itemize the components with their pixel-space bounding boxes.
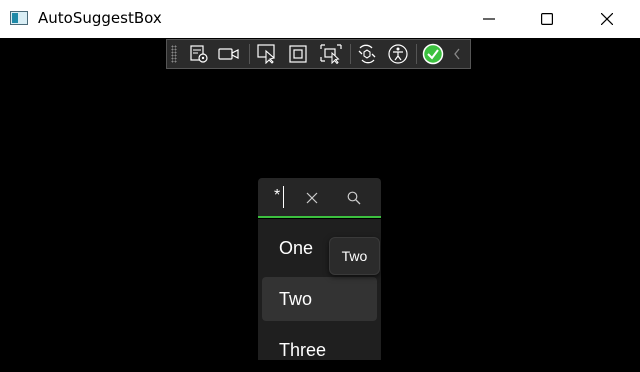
track-focus-icon	[320, 44, 342, 64]
auto-suggest-box[interactable]: *	[258, 178, 381, 218]
live-visual-tree-icon	[190, 45, 208, 63]
close-icon	[601, 13, 613, 25]
window-title: AutoSuggestBox	[38, 9, 162, 27]
display-layout-adorners-icon	[289, 45, 307, 63]
minimize-icon	[483, 18, 495, 20]
suggestion-item-two[interactable]: Two	[262, 277, 377, 321]
status-button[interactable]	[419, 40, 447, 68]
search-button[interactable]	[340, 184, 368, 212]
tooltip: Two	[329, 237, 380, 275]
search-icon	[347, 191, 361, 205]
display-adorners-button[interactable]	[284, 40, 312, 68]
checkmark-status-icon	[422, 43, 444, 65]
clear-button[interactable]	[298, 184, 326, 212]
app-window-icon	[10, 11, 28, 25]
video-camera-icon	[218, 48, 239, 60]
hot-reload-icon	[358, 44, 376, 64]
accessibility-icon	[388, 44, 408, 64]
minimize-button[interactable]	[466, 0, 512, 38]
select-element-button[interactable]	[253, 40, 281, 68]
live-visual-tree-button[interactable]	[185, 40, 213, 68]
close-button[interactable]	[584, 0, 630, 38]
select-element-icon	[257, 44, 276, 64]
maximize-icon	[541, 13, 553, 25]
toolbar-grip[interactable]	[171, 45, 177, 63]
clear-icon	[306, 192, 318, 204]
title-bar: AutoSuggestBox	[0, 0, 640, 38]
xaml-debug-toolbar	[166, 39, 471, 69]
hot-reload-button[interactable]	[353, 40, 381, 68]
track-focus-button[interactable]	[317, 40, 345, 68]
collapse-chevron-icon	[454, 48, 460, 60]
suggestion-item-three[interactable]: Three	[262, 328, 377, 372]
record-button[interactable]	[215, 40, 243, 68]
text-caret	[283, 186, 284, 208]
collapse-toolbar-button[interactable]	[447, 40, 467, 68]
maximize-button[interactable]	[524, 0, 570, 38]
focus-underline	[258, 216, 381, 218]
accessibility-button[interactable]	[384, 40, 412, 68]
search-input[interactable]: *	[274, 187, 280, 205]
